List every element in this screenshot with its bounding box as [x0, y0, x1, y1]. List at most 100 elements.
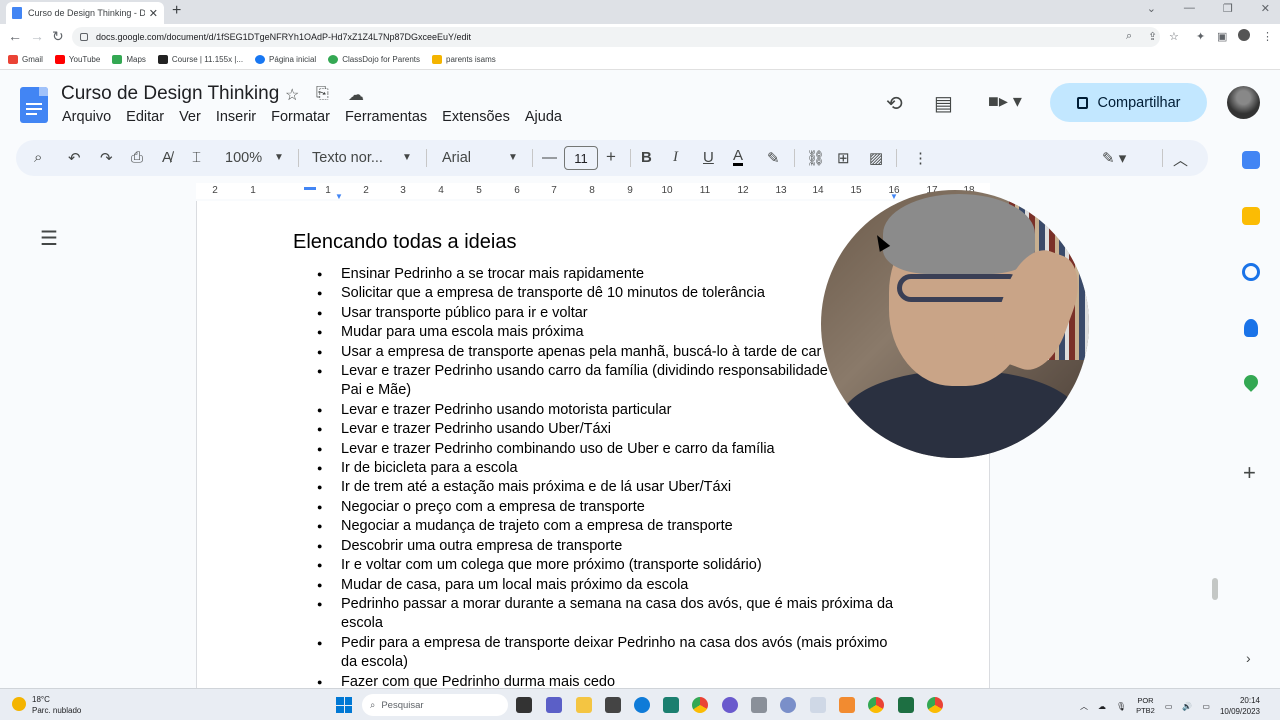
- file-explorer-icon[interactable]: [576, 697, 592, 713]
- bookmark-item[interactable]: Course | 11.155x |...: [157, 55, 243, 64]
- bold-icon[interactable]: B: [641, 149, 652, 166]
- chevron-down-icon[interactable]: ▼: [274, 152, 284, 163]
- chevron-down-icon[interactable]: ▼: [508, 152, 518, 163]
- microphone-icon[interactable]: 🎙: [1116, 702, 1126, 711]
- snipping-tool-icon[interactable]: [839, 697, 855, 713]
- underline-icon[interactable]: U: [703, 149, 714, 166]
- menu-item[interactable]: Ajuda: [525, 109, 562, 125]
- keep-icon[interactable]: [1242, 207, 1260, 225]
- bookmark-star-icon[interactable]: ☆: [1169, 30, 1179, 43]
- language-indicator[interactable]: POR PTB2: [1136, 696, 1155, 716]
- menu-item[interactable]: Ver: [179, 109, 201, 125]
- scrollbar-thumb[interactable]: [1212, 578, 1218, 600]
- store-icon[interactable]: [605, 697, 621, 713]
- profile-avatar[interactable]: [1238, 29, 1250, 41]
- clock[interactable]: 20:14 10/09/2023: [1220, 695, 1260, 717]
- collapse-menus-icon[interactable]: ︿: [1173, 149, 1188, 170]
- more-options-icon[interactable]: ⋮: [913, 149, 928, 167]
- move-folder-icon[interactable]: ⎘: [316, 85, 329, 103]
- weather-widget[interactable]: 18°C Parc. nublado: [12, 694, 81, 716]
- highlight-icon[interactable]: ✎: [767, 149, 780, 167]
- font-size-input[interactable]: 11: [564, 146, 598, 170]
- task-view-icon[interactable]: [516, 697, 532, 713]
- app-icon[interactable]: [751, 697, 767, 713]
- bookmark-item[interactable]: Maps: [112, 55, 146, 64]
- menu-item[interactable]: Extensões: [442, 109, 510, 125]
- chrome-icon[interactable]: [692, 697, 708, 713]
- spellcheck-icon[interactable]: A̸: [162, 149, 172, 166]
- paint-format-icon[interactable]: ⌶: [192, 149, 201, 166]
- editing-mode-icon[interactable]: ✎ ▾: [1102, 149, 1126, 167]
- zoom-select[interactable]: 100%: [225, 150, 262, 166]
- menu-item[interactable]: Editar: [126, 109, 164, 125]
- share-button[interactable]: Compartilhar: [1050, 83, 1207, 122]
- forward-icon[interactable]: →: [30, 28, 44, 44]
- insert-image-icon[interactable]: ▨: [869, 149, 883, 167]
- restore-icon[interactable]: ❐: [1223, 2, 1233, 15]
- italic-icon[interactable]: I: [673, 149, 678, 166]
- edge-icon[interactable]: [634, 697, 650, 713]
- link-icon[interactable]: ⛓: [806, 149, 825, 167]
- battery-icon[interactable]: ▭: [1202, 702, 1210, 711]
- bookmark-item[interactable]: YouTube: [54, 55, 100, 64]
- contacts-icon[interactable]: [1244, 319, 1258, 337]
- user-avatar[interactable]: [1227, 86, 1260, 119]
- menu-item[interactable]: Inserir: [216, 109, 256, 125]
- extensions-icon[interactable]: ✦: [1196, 30, 1205, 43]
- bookmark-item[interactable]: Gmail: [8, 55, 43, 64]
- decrease-font-icon[interactable]: —: [542, 149, 557, 166]
- app-icon[interactable]: [780, 697, 796, 713]
- right-indent-marker-icon[interactable]: ▼: [890, 192, 898, 201]
- meet-video-icon[interactable]: ■▸ ▾: [988, 91, 1022, 112]
- first-line-indent-marker[interactable]: [304, 187, 316, 190]
- zoom-icon[interactable]: ⌕: [1126, 30, 1132, 43]
- style-select[interactable]: Texto nor...: [312, 150, 383, 166]
- docs-logo-icon[interactable]: [20, 87, 48, 123]
- share-page-icon[interactable]: ⇪: [1148, 30, 1157, 43]
- document-title[interactable]: Curso de Design Thinking: [61, 83, 279, 105]
- side-panel-icon[interactable]: ▣: [1217, 30, 1227, 43]
- bookmark-item[interactable]: Página inicial: [255, 55, 316, 64]
- back-icon[interactable]: ←: [8, 28, 22, 44]
- version-history-icon[interactable]: ⟲: [886, 91, 903, 116]
- network-icon[interactable]: ▭: [1165, 702, 1173, 711]
- print-icon[interactable]: ⎙: [131, 149, 143, 166]
- redo-icon[interactable]: ↷: [100, 149, 113, 167]
- tasks-icon[interactable]: [1242, 263, 1260, 281]
- teams-icon[interactable]: [546, 697, 562, 713]
- bookmark-item[interactable]: ClassDojo for Parents: [328, 55, 420, 64]
- bookmark-item[interactable]: parents isams: [432, 55, 496, 64]
- chevron-down-icon[interactable]: ▼: [402, 152, 412, 163]
- taskbar-search[interactable]: ⌕ Pesquisar: [362, 694, 508, 716]
- settings-gear-icon[interactable]: [722, 697, 738, 713]
- app-icon[interactable]: [663, 697, 679, 713]
- onedrive-icon[interactable]: ☁: [1098, 702, 1106, 711]
- star-icon[interactable]: ☆: [285, 85, 299, 105]
- address-bar[interactable]: docs.google.com/document/d/1fSEG1DTgeNFR…: [72, 27, 1160, 47]
- undo-icon[interactable]: ↶: [68, 149, 81, 167]
- add-comment-icon[interactable]: ⊞: [837, 149, 850, 167]
- excel-icon[interactable]: [898, 697, 914, 713]
- increase-font-icon[interactable]: +: [606, 147, 616, 167]
- text-color-icon[interactable]: A: [733, 148, 744, 166]
- close-tab-icon[interactable]: ✕: [149, 7, 158, 20]
- menu-item[interactable]: Ferramentas: [345, 109, 427, 125]
- chevron-right-icon[interactable]: ›: [1246, 650, 1251, 666]
- horizontal-ruler[interactable]: 2 1 1 2 3 4 5 6 7 8 9 10 11 12 13 14 15 …: [196, 183, 990, 201]
- search-menus-icon[interactable]: ⌕: [34, 149, 42, 166]
- cloud-status-icon[interactable]: ☁: [348, 85, 364, 105]
- reload-icon[interactable]: ↻: [52, 28, 64, 45]
- add-addon-icon[interactable]: +: [1243, 460, 1256, 486]
- browser-tab[interactable]: Curso de Design Thinking - Docs ✕: [6, 2, 164, 24]
- minimize-icon[interactable]: —: [1184, 2, 1195, 15]
- calendar-icon[interactable]: [1242, 151, 1260, 169]
- close-window-icon[interactable]: ✕: [1261, 2, 1270, 15]
- left-indent-marker-icon[interactable]: ▼: [335, 192, 343, 201]
- app-icon[interactable]: [810, 697, 826, 713]
- comments-icon[interactable]: ▤: [934, 91, 953, 116]
- volume-icon[interactable]: 🔊: [1182, 702, 1192, 711]
- new-tab-icon[interactable]: +: [172, 2, 181, 20]
- chrome-icon[interactable]: [868, 697, 884, 713]
- chrome-icon[interactable]: [927, 697, 943, 713]
- document-outline-icon[interactable]: ☰: [40, 226, 58, 251]
